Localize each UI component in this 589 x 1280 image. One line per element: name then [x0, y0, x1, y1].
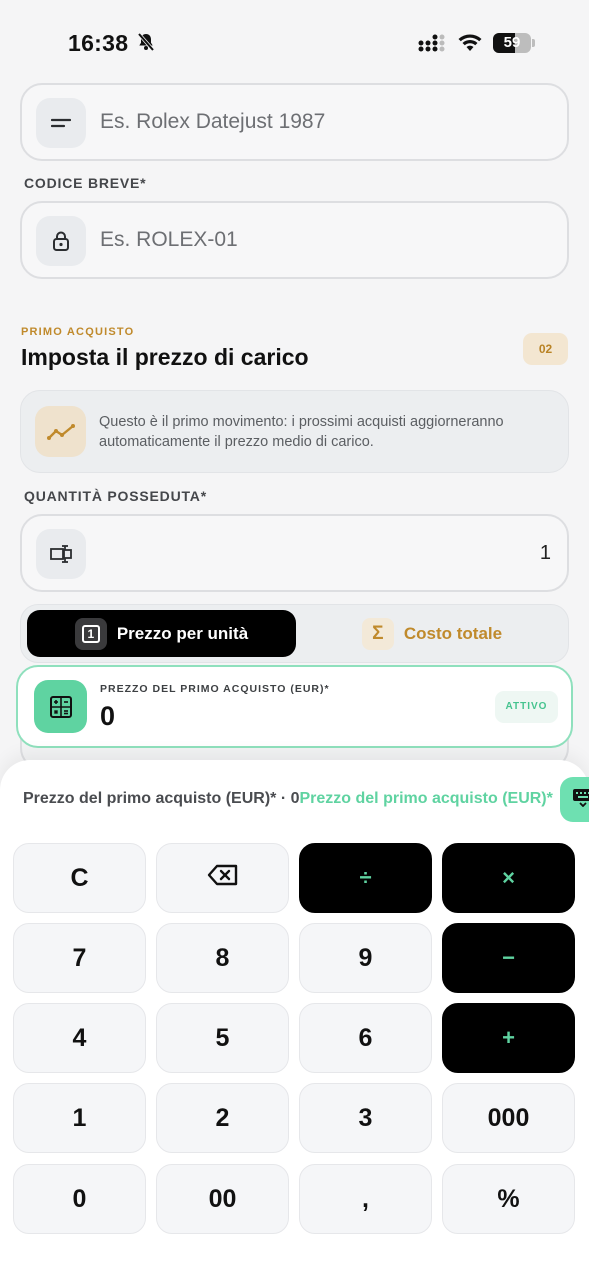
short-code-input[interactable] — [100, 203, 547, 277]
menu-lines-icon — [36, 98, 86, 148]
key-5[interactable]: 5 — [156, 1003, 289, 1073]
calculator-icon — [34, 680, 87, 733]
wifi-icon — [457, 32, 483, 57]
keyboard-icon — [572, 787, 589, 812]
quantity-field[interactable]: 1 — [20, 514, 569, 592]
quantity-value[interactable]: 1 — [540, 516, 551, 590]
key-9[interactable]: 9 — [299, 923, 432, 993]
lock-icon — [36, 216, 86, 266]
total-cost-label: Costo totale — [403, 623, 503, 643]
key-6[interactable]: 6 — [299, 1003, 432, 1073]
battery-percent: 59 — [503, 34, 521, 51]
name-input[interactable] — [100, 85, 547, 159]
keypad-header-field: Prezzo del primo acquisto (EUR)* — [299, 790, 553, 807]
keypad-sheet: Prezzo del primo acquisto (EUR)* · 0Prez… — [0, 760, 589, 1280]
info-box: Questo è il primo movimento: i prossimi … — [20, 390, 569, 473]
per-unit-label: Prezzo per unità — [116, 623, 249, 643]
number-one-icon: 1 — [74, 617, 107, 650]
key-00[interactable]: 00 — [156, 1164, 289, 1234]
step-badge: 02 — [523, 333, 568, 365]
quantity-label: QUANTITÀ POSSEDUTA* — [24, 488, 207, 504]
key-backspace[interactable] — [156, 843, 289, 913]
purchase-price-field[interactable]: PREZZO DEL PRIMO ACQUISTO (EUR)* 0 ATTIV… — [16, 665, 573, 748]
price-mode-toggle: 1 Prezzo per unità Σ Costo totale — [20, 604, 569, 663]
total-cost-tab[interactable]: Σ Costo totale — [301, 610, 563, 657]
key-7[interactable]: 7 — [13, 923, 146, 993]
key-0[interactable]: 0 — [13, 1164, 146, 1234]
key-comma[interactable]: , — [299, 1164, 432, 1234]
key-1[interactable]: 1 — [13, 1083, 146, 1153]
key-3[interactable]: 3 — [299, 1083, 432, 1153]
section-title: Imposta il prezzo di carico — [21, 344, 309, 370]
status-time: 16:38 — [68, 30, 129, 56]
key-8[interactable]: 8 — [156, 923, 289, 993]
name-field[interactable] — [20, 83, 569, 161]
info-text: Questo è il primo movimento: i prossimi … — [99, 414, 504, 450]
backspace-icon — [207, 863, 239, 894]
keypad-header: Prezzo del primo acquisto (EUR)* · 0Prez… — [23, 790, 553, 808]
key-2[interactable]: 2 — [156, 1083, 289, 1153]
trend-line-icon — [35, 406, 86, 457]
key-plus[interactable]: + — [442, 1003, 575, 1073]
short-code-field[interactable] — [20, 201, 569, 279]
keypad-header-value: Prezzo del primo acquisto (EUR)* · 0 — [23, 790, 300, 807]
quantity-icon — [36, 529, 86, 579]
key-percent[interactable]: % — [442, 1164, 575, 1234]
section-eyebrow: PRIMO ACQUISTO — [21, 326, 135, 338]
active-badge: ATTIVO — [495, 691, 558, 723]
status-bar: 16:38 59 — [0, 0, 589, 84]
cellular-signal-icon — [418, 34, 448, 57]
key-multiply[interactable]: × — [442, 843, 575, 913]
keyboard-toggle-button[interactable] — [560, 777, 589, 822]
key-4[interactable]: 4 — [13, 1003, 146, 1073]
key-000[interactable]: 000 — [442, 1083, 575, 1153]
sigma-icon: Σ — [361, 617, 394, 650]
per-unit-tab[interactable]: 1 Prezzo per unità — [27, 610, 296, 657]
purchase-price-label: PREZZO DEL PRIMO ACQUISTO (EUR)* — [100, 683, 330, 695]
battery-indicator: 59 — [493, 33, 535, 53]
key-divide[interactable]: ÷ — [299, 843, 432, 913]
key-minus[interactable]: − — [442, 923, 575, 993]
key-clear[interactable]: C — [13, 843, 146, 913]
short-code-label: CODICE BREVE* — [24, 175, 147, 191]
purchase-price-value[interactable]: 0 — [100, 701, 115, 732]
bell-muted-icon — [136, 32, 156, 57]
